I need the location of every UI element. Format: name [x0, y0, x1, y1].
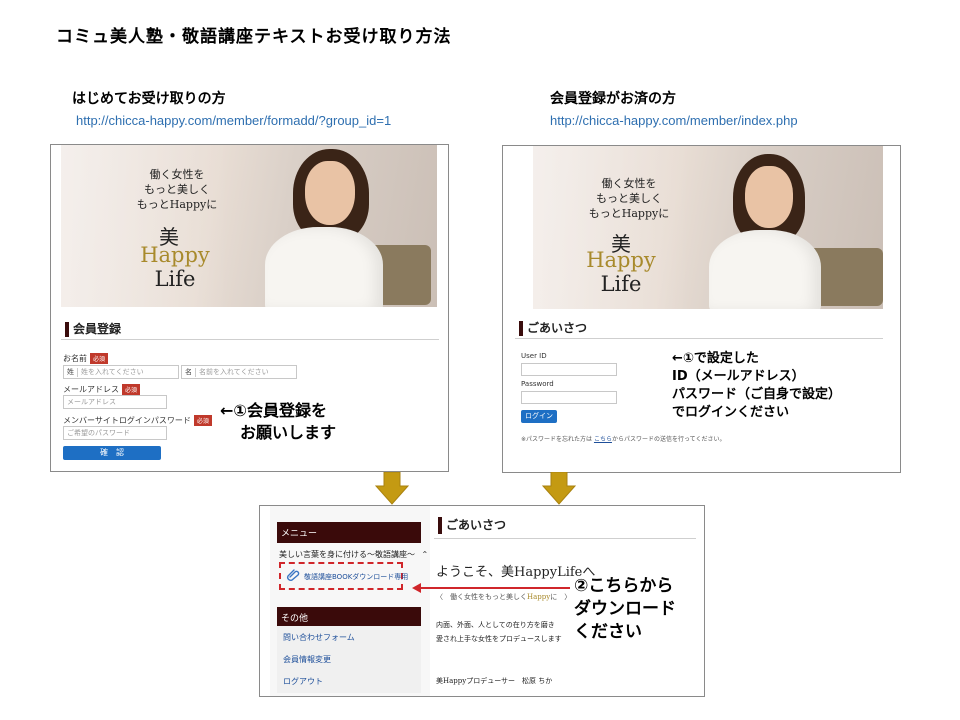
- edit-profile-link[interactable]: 会員情報変更: [277, 648, 421, 671]
- hero-banner: 働く女性を もっと美しく もっとHappyに 美 Happy Life: [61, 145, 437, 307]
- password-input[interactable]: [521, 391, 617, 404]
- login-page-screenshot: 働く女性を もっと美しく もっとHappyに 美 Happy Life ごあいさ…: [502, 145, 901, 473]
- model-photo: [61, 145, 437, 307]
- greeting-title: ごあいさつ: [438, 516, 506, 534]
- other-heading: その他: [277, 607, 421, 628]
- pointer-arrow-head: [412, 583, 421, 593]
- down-arrow-icon: [542, 472, 576, 505]
- logout-link[interactable]: ログアウト: [277, 670, 421, 693]
- logo-life: Life: [600, 272, 642, 296]
- forgot-password-link[interactable]: こちら: [594, 436, 612, 443]
- hero-tagline-1: 働く女性を: [601, 177, 657, 190]
- download-book-link[interactable]: 敬語講座BOOKダウンロード専用: [304, 572, 408, 582]
- logo-happy: Happy: [140, 243, 210, 267]
- title-marker: [65, 322, 69, 337]
- name-label: お名前 必須: [63, 353, 109, 364]
- last-name-input[interactable]: 姓姓を入れてください: [63, 365, 179, 379]
- divider: [515, 338, 883, 339]
- login-callout-line3: パスワード（ご自身で設定）: [672, 387, 842, 402]
- password-label: Password: [521, 380, 554, 388]
- hero-tagline-2: もっと美しく: [596, 192, 662, 205]
- login-callout-line4: でログインください: [672, 405, 790, 420]
- title-marker: [519, 321, 523, 336]
- login-callout-line2: ID（メールアドレス）: [672, 369, 805, 384]
- register-url-link[interactable]: http://chicca-happy.com/member/formadd/?…: [76, 113, 391, 128]
- pointer-arrow-line: [420, 587, 570, 589]
- existing-user-heading: 会員登録がお済の方: [550, 91, 676, 107]
- paperclip-icon: [287, 569, 300, 581]
- page-title: コミュ美人塾・敬語講座テキストお受け取り方法: [56, 27, 452, 47]
- course-menu-item[interactable]: 美しい言葉を身に付ける～敬語講座～ ⌃: [279, 549, 428, 560]
- forgot-password-note: ※パスワードを忘れた方は こちらからパスワードの送信を行ってください。: [521, 436, 726, 443]
- user-id-label: User ID: [521, 352, 547, 360]
- chevron-up-icon: ⌃: [421, 550, 429, 559]
- required-badge: 必須: [122, 384, 141, 395]
- logo-life: Life: [154, 267, 196, 291]
- logo-happy: Happy: [586, 248, 656, 272]
- subtitle: 〈 働く女性をもっと美しくHappyに 〉: [436, 593, 572, 601]
- body-line-1: 内面、外面、人としての在り方を磨き: [436, 621, 555, 629]
- title-marker: [438, 517, 442, 534]
- login-button[interactable]: ログイン: [521, 410, 557, 423]
- menu-heading: メニュー: [277, 522, 421, 543]
- hero-tagline-3: もっとHappyに: [136, 198, 218, 211]
- required-badge: 必須: [193, 415, 212, 426]
- divider: [61, 339, 439, 340]
- download-callout: ②こちらから ダウンロード ください: [574, 575, 676, 644]
- email-input[interactable]: メールアドレス: [63, 395, 167, 409]
- register-callout-line1: ←①会員登録を: [220, 401, 327, 420]
- required-badge: 必須: [90, 353, 109, 364]
- login-callout-line1: ←①で設定した: [672, 351, 759, 366]
- body-line-2: 愛され上手な女性をプロデュースします: [436, 635, 562, 643]
- register-section-title: 会員登録: [65, 320, 121, 337]
- register-callout: ←①会員登録を お願いします: [220, 400, 336, 444]
- hero-tagline-3: もっとHappyに: [588, 207, 670, 220]
- password-input[interactable]: ご希望のパスワード: [63, 426, 167, 440]
- user-id-input[interactable]: [521, 363, 617, 376]
- hero-tagline-2: もっと美しく: [144, 183, 210, 196]
- first-name-input[interactable]: 名名前を入れてください: [181, 365, 297, 379]
- new-user-heading: はじめてお受け取りの方: [72, 91, 226, 107]
- login-section-title: ごあいさつ: [519, 319, 587, 336]
- login-url-link[interactable]: http://chicca-happy.com/member/index.php: [550, 113, 798, 128]
- login-callout: ←①で設定した ID（メールアドレス） パスワード（ご自身で設定） でログインく…: [672, 350, 841, 422]
- confirm-button[interactable]: 確 認: [63, 446, 161, 460]
- hero-tagline-1: 働く女性を: [149, 168, 205, 181]
- download-callout-line3: ください: [574, 622, 642, 642]
- contact-form-link[interactable]: 問い合わせフォーム: [277, 626, 421, 649]
- download-callout-line2: ダウンロード: [574, 599, 676, 619]
- password-label: メンバーサイトログインパスワード 必須: [63, 415, 212, 426]
- download-callout-line1: ②こちらから: [574, 576, 674, 596]
- down-arrow-icon: [375, 472, 409, 505]
- divider: [434, 538, 696, 539]
- email-label: メールアドレス 必須: [63, 384, 141, 395]
- hero-banner: 働く女性を もっと美しく もっとHappyに 美 Happy Life: [533, 146, 883, 309]
- register-callout-line2: お願いします: [240, 423, 337, 442]
- signature: 美Happyプロデューサー 松原 ちか: [436, 677, 553, 685]
- welcome-text: ようこそ、美HappyLifeへ: [436, 565, 596, 580]
